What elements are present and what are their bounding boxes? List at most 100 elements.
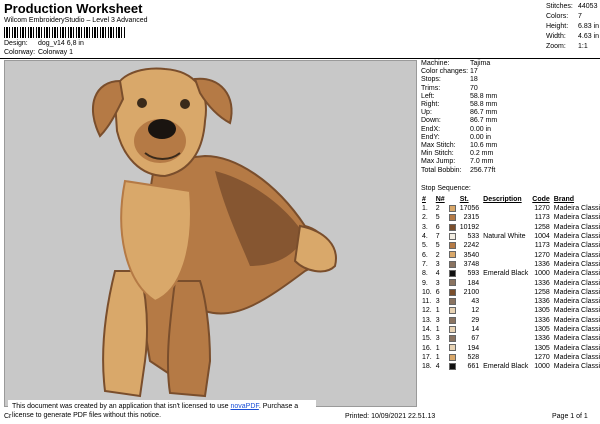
barcode [4,27,126,38]
thread-description [481,250,530,259]
thread-brand: Madeira Classic 40 [553,298,600,306]
dog-right-leg [293,224,337,273]
stitch-count: 2242 [463,242,480,250]
table-row: 18.4 661Emerald Black 1000Madeira Classic … [420,362,600,371]
thread-code: 1004 [534,233,550,241]
swatch-icon [448,363,456,371]
thread-code: 1173 [534,242,550,250]
swatch-icon [448,279,456,287]
info-row: Color changes: 17 [421,68,497,76]
info-value: 17 [470,68,478,76]
dog-right-front-leg [166,280,212,398]
table-row: 1. 2 17056 1270Madeira Classic 40 [420,204,600,213]
summary-label: Height: [546,23,569,30]
info-value: 256.77ft [470,166,496,174]
needle-number: 5 [435,242,440,250]
info-value: 0.2 mm [470,150,494,158]
dog-left-front-leg [102,270,149,398]
info-value: 86.7 mm [470,117,498,125]
table-row: 14.1 14 1305Madeira Classic 40 [420,325,600,334]
table-row: 2. 5 2315 1173Madeira Classic 40 [420,213,600,222]
stitch-count: 3748 [463,260,480,268]
thread-code: 1258 [534,223,550,231]
thread-description [481,316,530,325]
color-swatch [447,306,458,315]
stitch-count: 17056 [459,205,480,213]
step-number: 16. [422,344,432,352]
info-row: Up: 86.7 mm [421,109,497,117]
info-value: 58.8 mm [470,92,498,100]
needle-number: 1 [435,344,440,352]
needle-number: 4 [435,363,440,371]
summary-value: 4.63 in [578,33,600,40]
stitch-count: 528 [467,353,480,361]
needle-number: 1 [435,307,440,315]
info-label: Max Stitch: [421,142,456,150]
swatch-icon [448,335,456,343]
thread-code: 1336 [534,316,550,324]
info-label: Stops: [421,76,441,84]
step-number: 7. [422,260,428,268]
swatch-icon [448,325,456,333]
thread-brand: Madeira Classic 40 [553,270,600,278]
needle-number: 3 [435,335,440,343]
swatch-icon [448,288,456,296]
info-value: Tajima [470,60,491,67]
step-number: 13. [422,316,432,324]
info-label: Trims: [421,84,441,92]
summary-row: Zoom: 1:1 [546,42,599,52]
info-value: 86.7 mm [470,109,498,117]
needle-number: 3 [435,316,440,324]
summary-row: Height: 6.83 in [546,22,599,32]
swatch-icon [448,316,456,324]
thread-code: 1270 [534,205,550,213]
step-number: 11. [422,298,432,306]
step-number: 5. [422,242,428,250]
thread-brand: Madeira Classic 40 [553,214,600,222]
stitch-count: 12 [471,307,480,315]
col-header-description: Description [483,196,522,203]
info-value: 0.00 in [470,125,492,133]
info-row: Right: 58.8 mm [421,101,497,109]
thread-code: 1336 [534,279,550,287]
stitch-count: 29 [471,316,480,324]
thread-description: Emerald Black [483,270,529,278]
dog-nose [148,119,176,139]
colorway-label: Colorway: [4,49,36,56]
thread-brand: Madeira Classic 40 [553,205,600,213]
swatch-icon [448,223,456,231]
stitch-count: 184 [467,279,480,287]
table-row: 15.3 67 1336Madeira Classic 40 [420,334,600,343]
info-row: Machine: Tajima [421,60,497,68]
needle-number: 3 [435,279,440,287]
page-title: Production Worksheet [4,1,143,16]
stop-sequence-table: # N# St. Description Code Brand 1. 2 17056… [420,195,600,371]
thread-code: 1305 [534,326,550,333]
info-label: EndY: [421,133,440,141]
needle-number: 3 [435,260,440,268]
table-header-row: # N# St. Description Code Brand [420,195,600,204]
info-row: Total Bobbin: 256.77ft [421,167,497,175]
table-row: 11.3 43 1336Madeira Classic 40 [420,297,600,306]
info-row: Left: 58.8 mm [421,93,497,101]
info-row: Max Stitch: 10.6 mm [421,142,497,150]
step-number: 12. [422,307,432,315]
thread-description [481,241,530,250]
thread-code: 1336 [534,335,550,343]
color-swatch [447,297,458,306]
thread-description [481,260,530,269]
color-swatch [447,316,458,325]
stitch-count: 661 [467,363,480,371]
thread-description: Emerald Black [483,363,529,371]
info-value: 18 [470,76,478,84]
thread-brand: Madeira Classic 40 [553,223,600,231]
thread-brand: Madeira Classic 40 [553,251,600,259]
stitch-count: 14 [471,326,480,333]
footer-left: Cr [4,413,12,420]
dog-left-eye [137,98,147,108]
info-value: 7.0 mm [470,158,494,166]
swatch-icon [448,232,456,240]
table-row: 8. 4 593Emerald Black 1000Madeira Classic 4… [420,269,600,278]
color-swatch [447,260,458,269]
novapdf-link[interactable]: novaPDF [230,403,258,410]
